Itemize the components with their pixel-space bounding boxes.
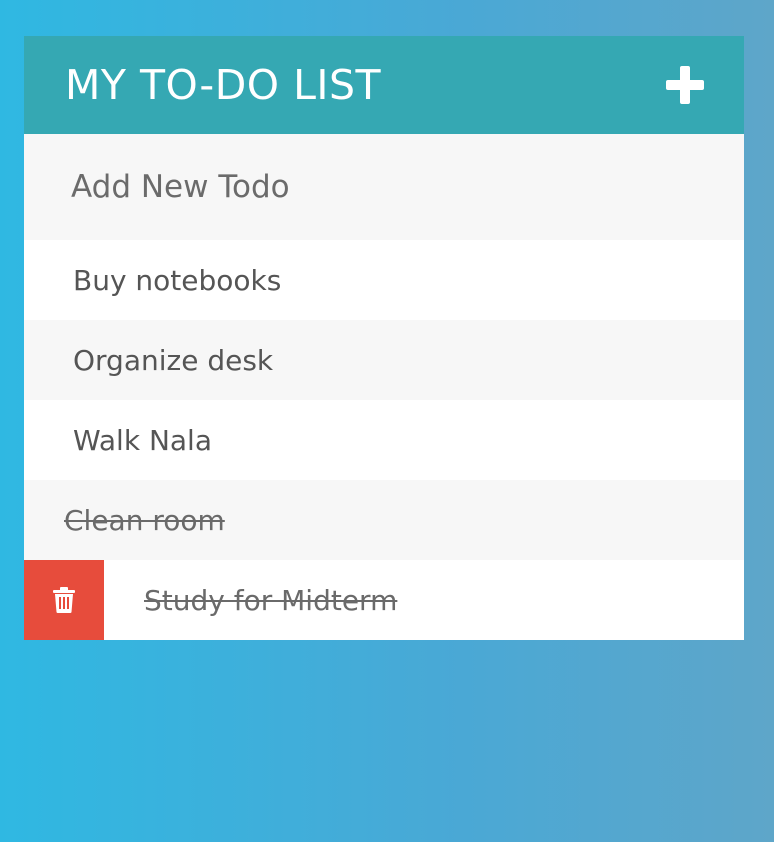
todo-item[interactable]: Walk Nala — [24, 400, 744, 480]
new-todo-row — [24, 134, 744, 240]
todo-item-completed[interactable]: Study for Midterm — [24, 560, 744, 640]
todo-item-label: Study for Midterm — [144, 583, 398, 617]
todo-item-label: Organize desk — [73, 343, 274, 377]
page-title: MY TO-DO LIST — [65, 61, 382, 109]
trash-icon — [53, 587, 75, 613]
todo-item-label: Walk Nala — [73, 423, 212, 457]
todo-item[interactable]: Organize desk — [24, 320, 744, 400]
todo-header: MY TO-DO LIST — [24, 36, 744, 134]
todo-item-completed[interactable]: Clean room — [24, 480, 744, 560]
todo-item-label: Clean room — [64, 503, 225, 537]
plus-icon[interactable] — [666, 66, 704, 104]
todo-item[interactable]: Buy notebooks — [24, 240, 744, 320]
todo-card: MY TO-DO LIST Buy notebooks Organize des… — [24, 36, 744, 640]
todo-item-label: Buy notebooks — [73, 263, 282, 297]
new-todo-input[interactable] — [71, 169, 671, 205]
delete-button[interactable] — [24, 560, 104, 640]
